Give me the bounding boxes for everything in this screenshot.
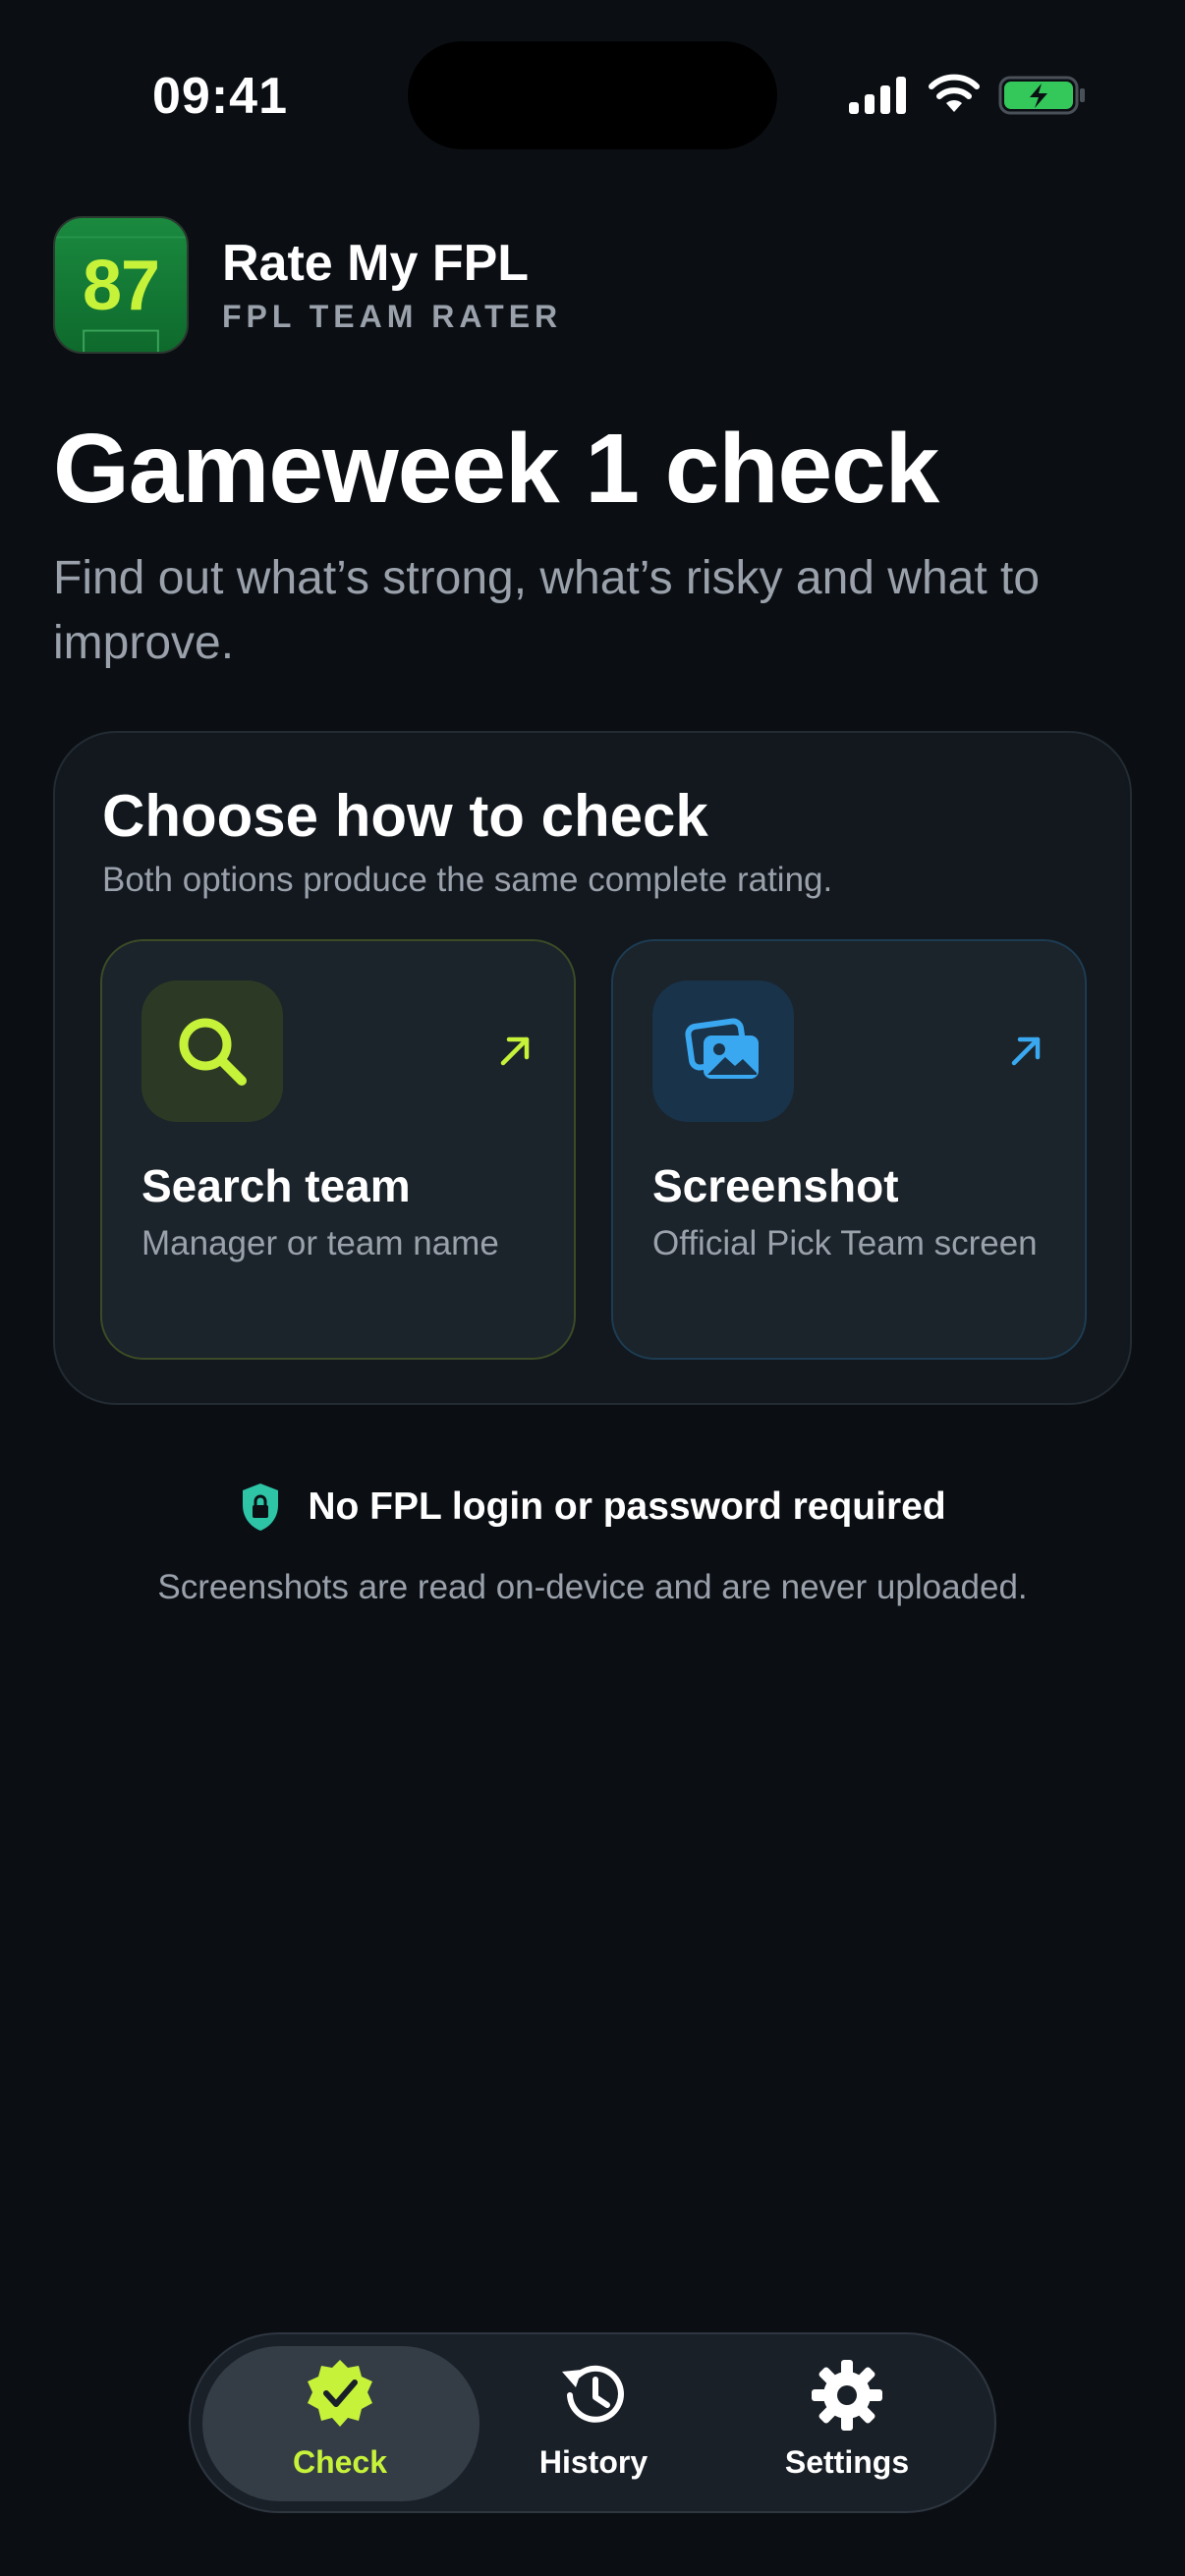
arrow-up-right-icon	[1011, 1036, 1041, 1066]
choose-method-card: Choose how to check Both options produce…	[53, 731, 1132, 1405]
privacy-note: Screenshots are read on-device and are n…	[157, 1568, 1028, 1606]
arrow-up-right-icon	[500, 1036, 530, 1066]
app-logo: 87	[53, 216, 189, 354]
search-team-option[interactable]: Search team Manager or team name	[100, 939, 576, 1360]
screen: 09:41 87 Rate My FPL FPL TEAM RATER Game…	[0, 0, 1185, 2576]
privacy-title: No FPL login or password required	[308, 1485, 946, 1528]
gear-icon	[812, 2360, 882, 2431]
signal-icon	[849, 77, 906, 114]
screenshot-description: Official Pick Team screen	[652, 1224, 1038, 1262]
app-logo-score: 87	[82, 247, 160, 325]
shield-lock-icon	[243, 1484, 279, 1531]
history-icon	[562, 2365, 624, 2423]
tab-check[interactable]: Check	[212, 2356, 468, 2493]
search-team-title: Search team	[141, 1160, 411, 1211]
privacy-row: No FPL login or password required	[0, 1482, 1185, 1533]
tab-settings[interactable]: Settings	[719, 2356, 975, 2493]
images-icon	[685, 1018, 759, 1079]
choose-subtitle: Both options produce the same complete r…	[102, 861, 833, 899]
tab-history[interactable]: History	[466, 2356, 721, 2493]
search-icon-box	[141, 980, 283, 1122]
tab-history-label: History	[538, 2444, 649, 2480]
tab-settings-label: Settings	[784, 2444, 910, 2480]
status-time: 09:41	[152, 68, 288, 125]
screenshot-title: Screenshot	[652, 1160, 899, 1211]
tab-check-label: Check	[292, 2444, 388, 2480]
page-title: Gameweek 1 check	[53, 414, 939, 524]
search-icon	[179, 1018, 247, 1086]
wifi-icon	[929, 74, 980, 112]
check-badge-icon	[308, 2360, 372, 2427]
search-team-description: Manager or team name	[141, 1224, 499, 1262]
dynamic-island	[408, 41, 777, 149]
app-title: Rate My FPL	[222, 235, 530, 292]
tab-bar: Check History Settings	[189, 2332, 996, 2513]
images-icon-box	[652, 980, 794, 1122]
screenshot-option[interactable]: Screenshot Official Pick Team screen	[611, 939, 1087, 1360]
battery-icon	[998, 76, 1085, 115]
app-subtitle: FPL TEAM RATER	[222, 299, 563, 334]
page-description: Find out what’s strong, what’s risky and…	[53, 552, 1041, 669]
choose-title: Choose how to check	[102, 783, 708, 849]
